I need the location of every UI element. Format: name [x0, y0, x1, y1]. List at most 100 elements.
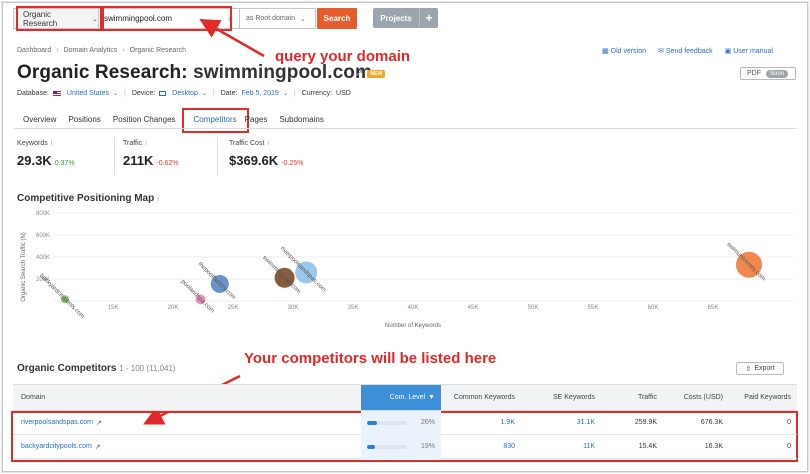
- metric-value-text: 211K: [123, 153, 154, 168]
- x-tick-label: 25K: [228, 305, 239, 311]
- book-icon: ▣: [724, 48, 732, 55]
- pdf-button[interactable]: PDF Soon: [740, 67, 796, 80]
- com-level-cell: 26%: [361, 410, 441, 435]
- positioning-map-chart: 200K 400K 600K 800K 15K 20K 25K 30K 35K 40K 45K 50K…: [13, 205, 797, 335]
- point-label: poolandspa.com: [180, 279, 215, 314]
- metric-keywords: Keywords i 29.3K 0.37%: [17, 140, 75, 168]
- breadcrumb-organic-research: Organic Research: [129, 47, 187, 54]
- y-tick-label: 600K: [36, 233, 50, 239]
- com-level-cell: 19%: [361, 434, 441, 459]
- competitor-domain-link[interactable]: riverpoolsandspas.com: [21, 419, 93, 426]
- old-version-label: Old version: [610, 48, 647, 55]
- export-label: Export: [754, 365, 775, 372]
- x-axis-label: Number of Keywords: [385, 323, 441, 329]
- x-tick-label: 20K: [168, 305, 179, 311]
- column-header-domain[interactable]: Domain: [13, 385, 361, 410]
- new-badge: NEW: [367, 69, 386, 78]
- competitors-count: 1 - 100 (11,041): [119, 364, 176, 373]
- info-icon[interactable]: i: [267, 140, 269, 147]
- old-version-link[interactable]: ▦ Old version: [602, 47, 646, 55]
- divider: [114, 137, 115, 175]
- breadcrumb-separator: ›: [56, 47, 59, 54]
- currency-label: Currency:: [301, 90, 333, 97]
- database-label: Database:: [17, 90, 49, 97]
- chevron-down-icon[interactable]: ⌄: [283, 90, 288, 97]
- common-keywords-cell[interactable]: 1.9K: [441, 411, 521, 435]
- se-keywords-cell[interactable]: 11K: [521, 435, 601, 459]
- external-link-icon[interactable]: ↗: [95, 443, 101, 451]
- breadcrumb-separator: ›: [122, 47, 125, 54]
- com-level-bar: [367, 444, 407, 449]
- header-links: ▦ Old version ✉ Send feedback ▣ User manual: [602, 47, 773, 55]
- breadcrumb-dashboard[interactable]: Dashboard: [17, 47, 51, 54]
- feedback-icon: ✉: [658, 48, 664, 55]
- send-feedback-link[interactable]: ✉ Send feedback: [658, 47, 713, 55]
- date-value[interactable]: Feb 5, 2019: [241, 90, 278, 97]
- export-button[interactable]: ⇧ Export: [736, 362, 784, 375]
- currency-value: USD: [336, 90, 351, 97]
- paid-keywords-cell: 0: [787, 419, 791, 426]
- export-icon: ⇧: [745, 365, 752, 373]
- se-keywords-cell[interactable]: 31.1K: [521, 411, 601, 435]
- table-row: riverpoolsandspas.com ↗ 26% 1.9K 31.1K 2…: [13, 410, 797, 435]
- paid-keywords-cell: 0: [787, 443, 791, 450]
- metric-label-text: Traffic: [123, 140, 143, 147]
- metric-label: Traffic i: [123, 140, 179, 147]
- database-value[interactable]: United States: [67, 90, 109, 97]
- metric-traffic: Traffic i 211K -0.62%: [123, 140, 179, 168]
- x-tick-label: 50K: [528, 305, 539, 311]
- metric-delta: -0.62%: [156, 160, 179, 167]
- column-header-paid-keywords[interactable]: Paid Keywords: [729, 385, 797, 410]
- chevron-down-icon[interactable]: ⌄: [202, 90, 207, 97]
- column-header-traffic[interactable]: Traffic: [601, 385, 663, 410]
- costs-cell: 16.3K: [704, 443, 723, 450]
- page-title-text: Organic Research:: [17, 62, 188, 83]
- tab-pages[interactable]: Pages: [239, 112, 274, 126]
- competitor-domain-cell: backyardcitypools.com ↗: [13, 435, 361, 459]
- tab-competitors[interactable]: Competitors: [188, 112, 243, 126]
- divider: [217, 137, 218, 175]
- metric-value-text: $369.6K: [229, 153, 279, 168]
- breadcrumb: Dashboard › Domain Analytics › Organic R…: [17, 47, 186, 54]
- desktop-icon: [159, 91, 167, 96]
- page-title-domain: swimmingpool.com: [193, 62, 373, 83]
- tab-subdomains[interactable]: Subdomains: [273, 112, 329, 126]
- arrow-query: [199, 19, 265, 58]
- competitors-title-text: Organic Competitors: [17, 363, 117, 374]
- metric-label: Keywords i: [17, 140, 75, 147]
- metric-label: Traffic Cost i: [229, 140, 303, 147]
- info-icon[interactable]: i: [157, 196, 159, 203]
- costs-cell: 676.3K: [700, 419, 723, 426]
- info-icon[interactable]: i: [51, 140, 53, 147]
- common-keywords-cell[interactable]: 830: [441, 435, 521, 459]
- column-header-com-level[interactable]: Com. Level ▼: [361, 385, 441, 410]
- column-header-common-keywords[interactable]: Common Keywords: [441, 385, 521, 410]
- chevron-down-icon[interactable]: ⌄: [113, 90, 118, 97]
- tab-position-changes[interactable]: Position Changes: [107, 112, 182, 126]
- old-version-icon: ▦: [602, 48, 609, 55]
- tab-positions[interactable]: Positions: [62, 112, 106, 126]
- competitor-domain-link[interactable]: backyardcitypools.com: [21, 443, 92, 450]
- x-tick-label: 40K: [408, 305, 419, 311]
- competitors-table: Domain Com. Level ▼ Common Keywords SE K…: [13, 384, 797, 459]
- competitors-title: Organic Competitors 1 - 100 (11,041): [17, 363, 176, 374]
- metric-delta: -0.25%: [281, 160, 304, 167]
- column-header-costs[interactable]: Costs (USD): [663, 385, 729, 410]
- chart-section-title-text: Competitive Positioning Map: [17, 193, 155, 204]
- y-tick-label: 800K: [36, 211, 50, 217]
- external-link-icon[interactable]: ↗: [355, 68, 363, 79]
- com-level-bar-fill: [367, 420, 378, 425]
- external-link-icon[interactable]: ↗: [96, 419, 102, 427]
- metric-value-text: 29.3K: [17, 153, 52, 168]
- divider: |: [123, 90, 126, 97]
- column-header-se-keywords[interactable]: SE Keywords: [521, 385, 601, 410]
- traffic-cell: 15.4K: [638, 443, 657, 450]
- breadcrumb-domain-analytics[interactable]: Domain Analytics: [64, 47, 118, 54]
- device-value[interactable]: Desktop: [172, 90, 198, 97]
- traffic-cell: 259.9K: [634, 419, 657, 426]
- x-tick-label: 35K: [348, 305, 359, 311]
- tab-bar: Overview Positions Position Changes Comp…: [17, 112, 330, 126]
- info-icon[interactable]: i: [145, 140, 147, 147]
- user-manual-link[interactable]: ▣ User manual: [725, 47, 773, 55]
- tab-overview[interactable]: Overview: [17, 112, 62, 126]
